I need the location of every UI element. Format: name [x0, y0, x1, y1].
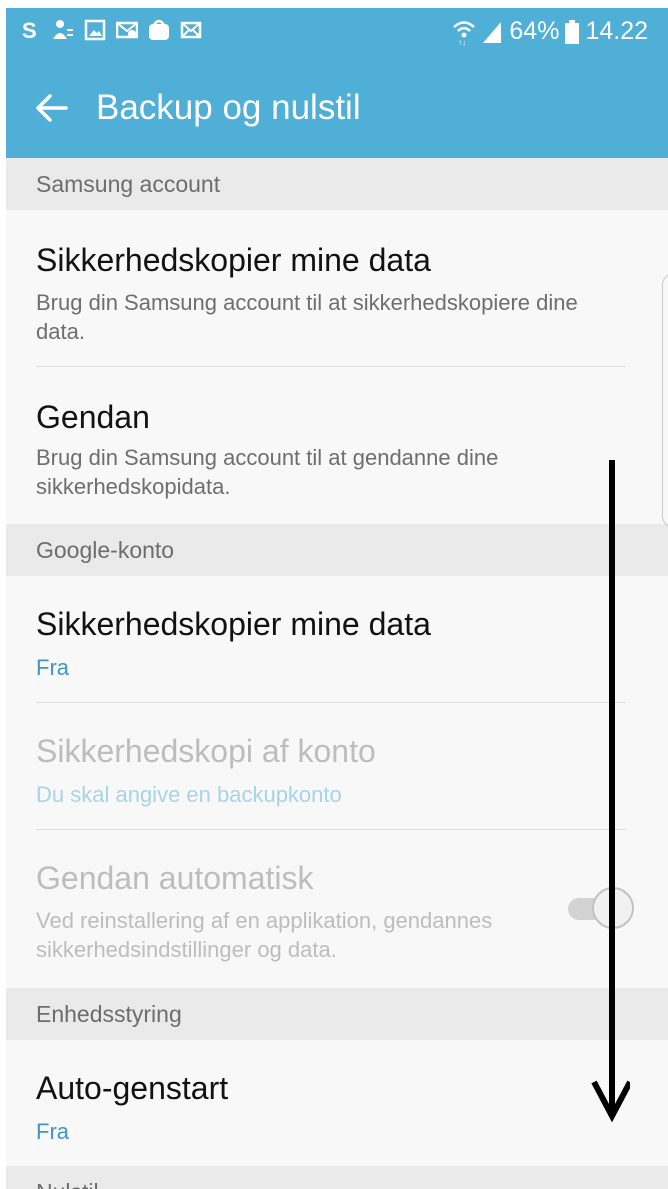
accessibility-icon [53, 20, 73, 39]
item-subtitle: Brug din Samsung account til at sikkerhe… [36, 290, 578, 344]
system-indicators: ↑↓ 64% 14.22 [453, 17, 648, 46]
backup-account-item[interactable]: Sikkerhedskopi af konto Du skal angive e… [6, 703, 626, 829]
samsung-backup-item[interactable]: Sikkerhedskopier mine data Brug din Sams… [6, 210, 626, 366]
skype-icon: S [22, 19, 37, 41]
section-header-label: Nulstil [36, 1179, 99, 1189]
edge-panel-handle[interactable] [662, 273, 668, 528]
item-status: Fra [36, 1119, 69, 1144]
section-header-reset: Nulstil [6, 1166, 668, 1189]
auto-restore-item[interactable]: Gendan automatisk Ved reinstallering af … [6, 830, 626, 988]
wifi-icon: ↑↓ [453, 20, 476, 45]
item-title: Auto-genstart [36, 1070, 229, 1106]
item-title: Sikkerhedskopier mine data [36, 242, 431, 278]
section-header-samsung-account: Samsung account [6, 158, 668, 210]
item-subtitle: Ved reinstallering af en applikation, ge… [36, 908, 493, 962]
signal-icon [483, 21, 502, 43]
item-status: Du skal angive en backupkonto [36, 782, 342, 807]
auto-restart-item[interactable]: Auto-genstart Fra [6, 1040, 626, 1166]
section-header-device-management: Enhedsstyring [6, 988, 668, 1040]
section-header-label: Google-konto [36, 537, 175, 563]
item-title: Sikkerhedskopi af konto [36, 733, 376, 769]
item-subtitle: Brug din Samsung account til at gendanne… [36, 445, 499, 499]
item-title: Gendan [36, 399, 150, 435]
samsung-store-icon [149, 19, 169, 40]
battery-percent: 64% [509, 17, 560, 45]
scroll-down-arrow-icon [591, 460, 630, 1123]
app-bar: Backup og nulstil [6, 58, 668, 158]
battery-icon [565, 19, 580, 44]
page-title: Backup og nulstil [96, 88, 361, 127]
section-header-label: Enhedsstyring [36, 1001, 182, 1027]
svg-text:S: S [22, 19, 37, 41]
gallery-icon [84, 19, 106, 41]
settings-mail-icon [116, 21, 138, 39]
back-arrow-icon[interactable] [32, 88, 72, 128]
samsung-restore-item[interactable]: Gendan Brug din Samsung account til at g… [6, 367, 626, 525]
status-bar: S ↑↓ 64% 14.22 [6, 8, 668, 58]
item-status: Fra [36, 655, 69, 680]
google-backup-item[interactable]: Sikkerhedskopier mine data Fra [6, 576, 626, 702]
section-header-google-account: Google-konto [6, 524, 668, 576]
svg-text:↑↓: ↑↓ [458, 38, 466, 45]
clock: 14.22 [585, 17, 648, 45]
notification-icons: S [20, 19, 202, 41]
section-header-label: Samsung account [36, 171, 221, 197]
screen: S ↑↓ 64% 14.22 Backup og nulstil Samsung… [6, 8, 668, 1189]
item-title: Gendan automatisk [36, 860, 314, 896]
item-title: Sikkerhedskopier mine data [36, 606, 431, 642]
email-icon [180, 21, 202, 39]
